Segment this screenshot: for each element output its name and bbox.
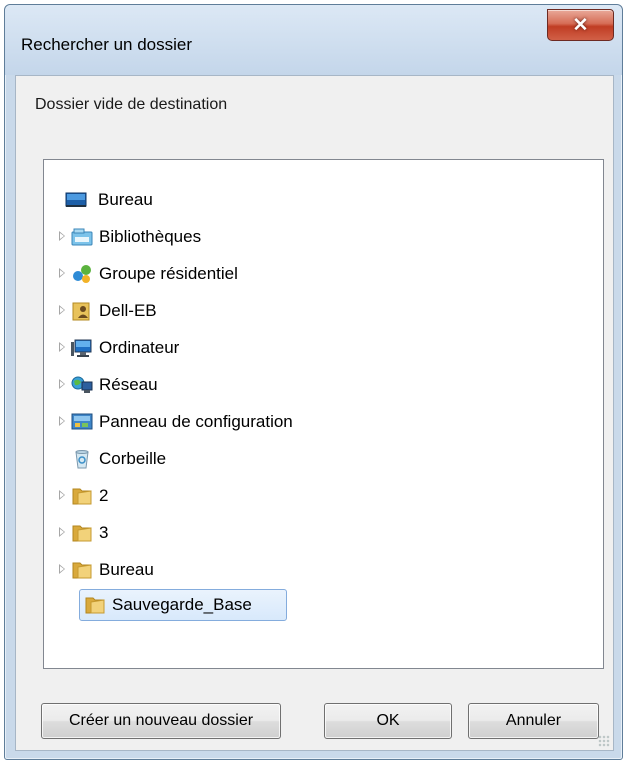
cancel-button[interactable]: Annuler <box>468 703 599 739</box>
tree-item-label: Bureau <box>98 190 153 209</box>
tree-item-label: Sauvegarde_Base <box>112 595 252 614</box>
tree-item-ordinateur[interactable]: Ordinateur <box>44 331 603 365</box>
expand-arrow-icon[interactable] <box>59 231 65 241</box>
user-folder-icon <box>72 302 90 321</box>
expand-arrow-icon[interactable] <box>59 305 65 315</box>
folder-icon <box>72 525 92 542</box>
tree-item-label: Ordinateur <box>99 338 180 357</box>
expand-arrow-icon[interactable] <box>59 342 65 352</box>
desktop-icon <box>65 192 87 207</box>
expand-arrow-icon[interactable] <box>59 564 65 574</box>
close-icon: ✕ <box>572 14 589 36</box>
tree-item-corbeille[interactable]: Corbeille <box>44 442 603 476</box>
folder-icon <box>85 597 105 614</box>
tree-item-label: 2 <box>99 486 109 505</box>
tree-item-reseau[interactable]: Réseau <box>44 368 603 402</box>
tree-item-panneau-configuration[interactable]: Panneau de configuration <box>44 405 603 439</box>
tree-item-label: Bibliothèques <box>99 227 202 246</box>
folder-icon <box>72 488 92 505</box>
tree-item-bureau-root[interactable]: Bureau <box>44 183 603 217</box>
homegroup-icon <box>73 265 91 283</box>
expand-arrow-icon[interactable] <box>59 268 65 278</box>
dialog-body: Dossier vide de destination Bureau Bibli… <box>15 75 614 751</box>
tree-item-label: Bureau <box>99 560 154 579</box>
tree-item-bureau-folder[interactable]: Bureau <box>44 553 603 587</box>
libraries-icon <box>71 228 93 246</box>
tree-item-label: Réseau <box>99 375 158 394</box>
tree-item-folder-2[interactable]: 2 <box>44 479 603 513</box>
recycle-bin-icon <box>75 450 89 469</box>
expand-arrow-icon[interactable] <box>59 379 65 389</box>
tree-item-dell-eb[interactable]: Dell-EB <box>44 294 603 328</box>
expand-arrow-icon[interactable] <box>59 490 65 500</box>
ok-button[interactable]: OK <box>324 703 452 739</box>
resize-grip-icon[interactable] <box>598 735 610 747</box>
folder-icon <box>72 562 92 579</box>
tree-item-folder-3[interactable]: 3 <box>44 516 603 550</box>
network-icon <box>71 376 93 393</box>
tree-item-label: 3 <box>99 523 109 542</box>
tree-item-bibliotheques[interactable]: Bibliothèques <box>44 220 603 254</box>
folder-tree[interactable]: Bureau Bibliothèques Groupe résidentiel … <box>43 159 604 669</box>
tree-item-sauvegarde-base[interactable]: Sauvegarde_Base <box>44 588 603 622</box>
tree-item-label: Corbeille <box>99 449 167 468</box>
title-bar[interactable]: Rechercher un dossier ✕ <box>5 5 622 75</box>
dialog-title: Rechercher un dossier <box>21 35 193 54</box>
tree-item-label: Dell-EB <box>99 301 157 320</box>
new-folder-button[interactable]: Créer un nouveau dossier <box>41 703 281 739</box>
tree-item-label: Panneau de configuration <box>99 412 293 431</box>
control-panel-icon <box>71 413 93 430</box>
expand-arrow-icon[interactable] <box>59 416 65 426</box>
expand-arrow-icon[interactable] <box>59 527 65 537</box>
tree-item-groupe-residentiel[interactable]: Groupe résidentiel <box>44 257 603 291</box>
browse-folder-dialog: Rechercher un dossier ✕ Dossier vide de … <box>4 4 623 760</box>
tree-item-label: Groupe résidentiel <box>99 264 238 283</box>
instruction-text: Dossier vide de destination <box>35 96 228 113</box>
computer-icon <box>71 339 92 357</box>
close-button[interactable]: ✕ <box>547 9 614 41</box>
